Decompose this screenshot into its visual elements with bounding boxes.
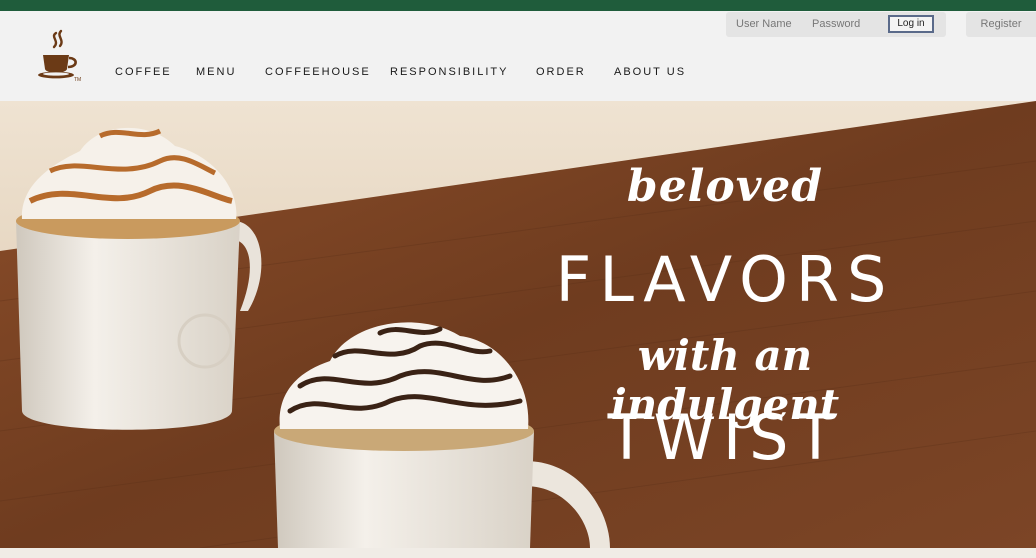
- hero-line-twist: TWIST: [607, 401, 843, 474]
- nav-responsibility[interactable]: RESPONSIBILITY: [390, 66, 508, 78]
- top-accent-bar: [0, 0, 1036, 11]
- login-button[interactable]: Log in: [888, 15, 934, 33]
- hero-banner: beloved FLAVORS with an indulgent TWIST: [0, 101, 1036, 548]
- hero-line-flavors: FLAVORS: [555, 243, 895, 316]
- login-form: User Name Password Log in: [726, 12, 946, 37]
- register-button[interactable]: Register: [966, 12, 1036, 37]
- nav-menu[interactable]: MENU: [196, 66, 236, 78]
- nav-about-us[interactable]: ABOUT US: [614, 66, 686, 78]
- username-field[interactable]: User Name: [736, 18, 792, 30]
- bottom-strip: [0, 548, 1036, 558]
- nav-coffee[interactable]: COFFEE: [115, 66, 172, 78]
- hero-line-beloved: beloved: [626, 161, 824, 212]
- svg-text:TM: TM: [74, 77, 81, 83]
- password-field[interactable]: Password: [812, 18, 860, 30]
- nav-order[interactable]: ORDER: [536, 66, 586, 78]
- coffee-cup-logo[interactable]: TM: [34, 29, 84, 85]
- nav-coffeehouse[interactable]: COFFEEHOUSE: [265, 66, 371, 78]
- site-header: TM COFFEE MENU COFFEEHOUSE RESPONSIBILIT…: [0, 11, 1036, 101]
